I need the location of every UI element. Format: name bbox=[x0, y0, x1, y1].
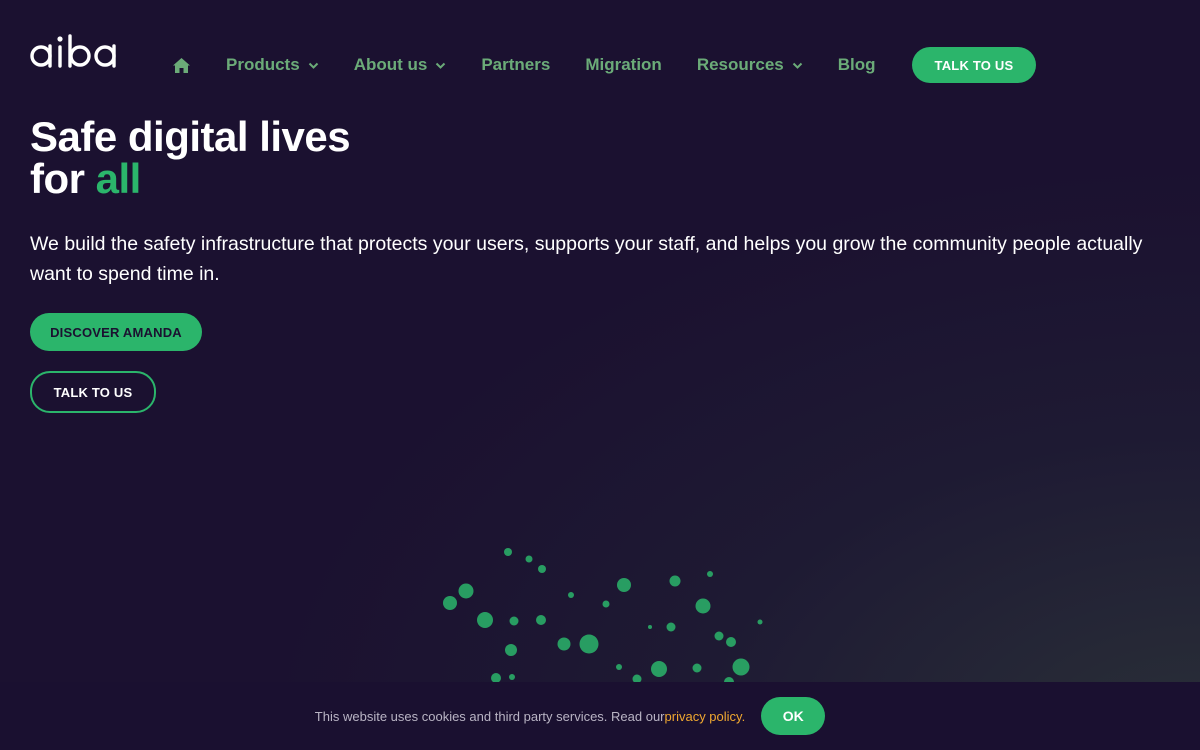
chevron-down-icon bbox=[435, 60, 446, 71]
nav-item-label: Migration bbox=[585, 55, 662, 74]
nav-item-partners[interactable]: Partners bbox=[481, 55, 550, 75]
hero-title-line2-prefix: for bbox=[30, 155, 96, 202]
cookie-ok-button[interactable]: OK bbox=[761, 697, 826, 735]
nav-item-label: Blog bbox=[837, 55, 876, 74]
hero-title-accent: all bbox=[95, 155, 142, 202]
nav-item-label: Resources bbox=[696, 55, 784, 74]
chevron-down-icon bbox=[792, 60, 803, 71]
cookie-text: This website uses cookies and third part… bbox=[314, 708, 665, 724]
nav-item-label: Products bbox=[226, 55, 300, 74]
aiba-logo[interactable] bbox=[30, 34, 132, 72]
nav-item-label: About us bbox=[353, 55, 428, 74]
page: Products About us Partners Migration Res… bbox=[0, 0, 1200, 750]
nav-item-resources[interactable]: Resources bbox=[697, 55, 803, 75]
chevron-down-icon bbox=[308, 60, 319, 71]
home-icon[interactable] bbox=[172, 55, 192, 75]
discover-amanda-button[interactable]: DISCOVER AMANDA bbox=[30, 313, 202, 351]
nav-item-about-us[interactable]: About us bbox=[354, 55, 447, 75]
nav-item-blog[interactable]: Blog bbox=[838, 55, 876, 75]
nav-talk-to-us-button[interactable]: TALK TO US bbox=[911, 47, 1037, 83]
privacy-policy-link[interactable]: privacy policy. bbox=[665, 709, 746, 724]
nav-item-products[interactable]: Products bbox=[226, 55, 319, 75]
hero-title: Safe digital lives for all bbox=[30, 113, 351, 202]
hero-talk-to-us-button[interactable]: TALK TO US bbox=[30, 371, 156, 413]
hero-subtitle: We build the safety infrastructure that … bbox=[30, 233, 1143, 285]
cookie-bar: This website uses cookies and third part… bbox=[0, 682, 1200, 750]
hero-title-line1: Safe digital lives bbox=[30, 113, 351, 160]
main-nav: Products About us Partners Migration Res… bbox=[172, 46, 1037, 84]
nav-item-label: Partners bbox=[481, 55, 551, 74]
nav-item-migration[interactable]: Migration bbox=[585, 55, 662, 75]
